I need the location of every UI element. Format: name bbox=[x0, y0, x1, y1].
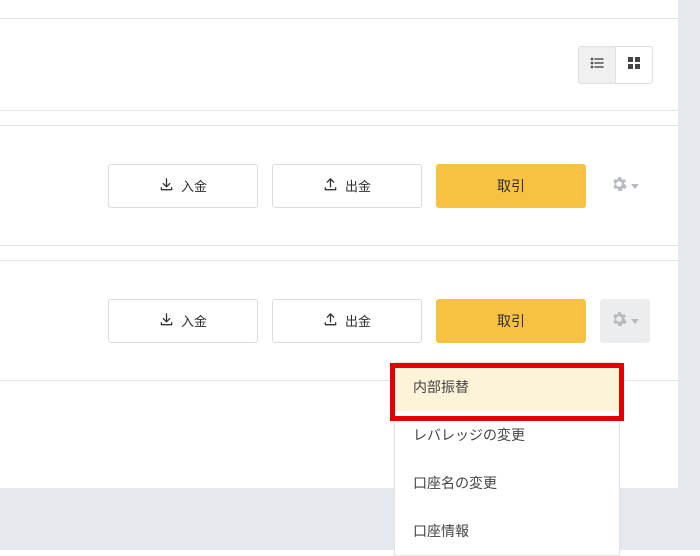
gear-icon bbox=[611, 176, 627, 195]
grid-view-button[interactable] bbox=[615, 46, 653, 84]
settings-button[interactable] bbox=[600, 299, 650, 343]
gap bbox=[0, 0, 678, 18]
gap bbox=[0, 246, 678, 260]
list-view-button[interactable] bbox=[578, 46, 616, 84]
gap bbox=[0, 111, 678, 125]
list-icon bbox=[589, 55, 605, 74]
menu-item-change-account-name[interactable]: 口座名の変更 bbox=[395, 459, 619, 507]
menu-item-change-leverage[interactable]: レバレッジの変更 bbox=[395, 411, 619, 459]
withdraw-button[interactable]: 出金 bbox=[272, 164, 422, 208]
trade-button[interactable]: 取引 bbox=[436, 164, 586, 208]
gear-icon bbox=[611, 311, 627, 330]
deposit-label: 入金 bbox=[181, 176, 207, 195]
trade-label: 取引 bbox=[497, 311, 525, 331]
trade-button[interactable]: 取引 bbox=[436, 299, 586, 343]
deposit-label: 入金 bbox=[181, 311, 207, 330]
trade-label: 取引 bbox=[497, 176, 525, 196]
menu-item-internal-transfer[interactable]: 内部振替 bbox=[395, 363, 619, 411]
deposit-button[interactable]: 入金 bbox=[108, 299, 258, 343]
withdraw-button[interactable]: 出金 bbox=[272, 299, 422, 343]
settings-menu: 内部振替 レバレッジの変更 口座名の変更 口座情報 bbox=[394, 362, 620, 556]
caret-down-icon bbox=[631, 313, 639, 328]
upload-icon bbox=[323, 177, 338, 195]
settings-button[interactable] bbox=[600, 164, 650, 208]
header-bar bbox=[0, 18, 678, 111]
download-icon bbox=[159, 177, 174, 195]
caret-down-icon bbox=[631, 178, 639, 193]
page-gutter bbox=[678, 0, 700, 550]
withdraw-label: 出金 bbox=[345, 176, 371, 195]
upload-icon bbox=[323, 312, 338, 330]
deposit-button[interactable]: 入金 bbox=[108, 164, 258, 208]
grid-icon bbox=[627, 56, 641, 73]
withdraw-label: 出金 bbox=[345, 311, 371, 330]
download-icon bbox=[159, 312, 174, 330]
account-row: 入金 出金 取引 bbox=[0, 125, 678, 246]
menu-item-account-info[interactable]: 口座情報 bbox=[395, 507, 619, 555]
